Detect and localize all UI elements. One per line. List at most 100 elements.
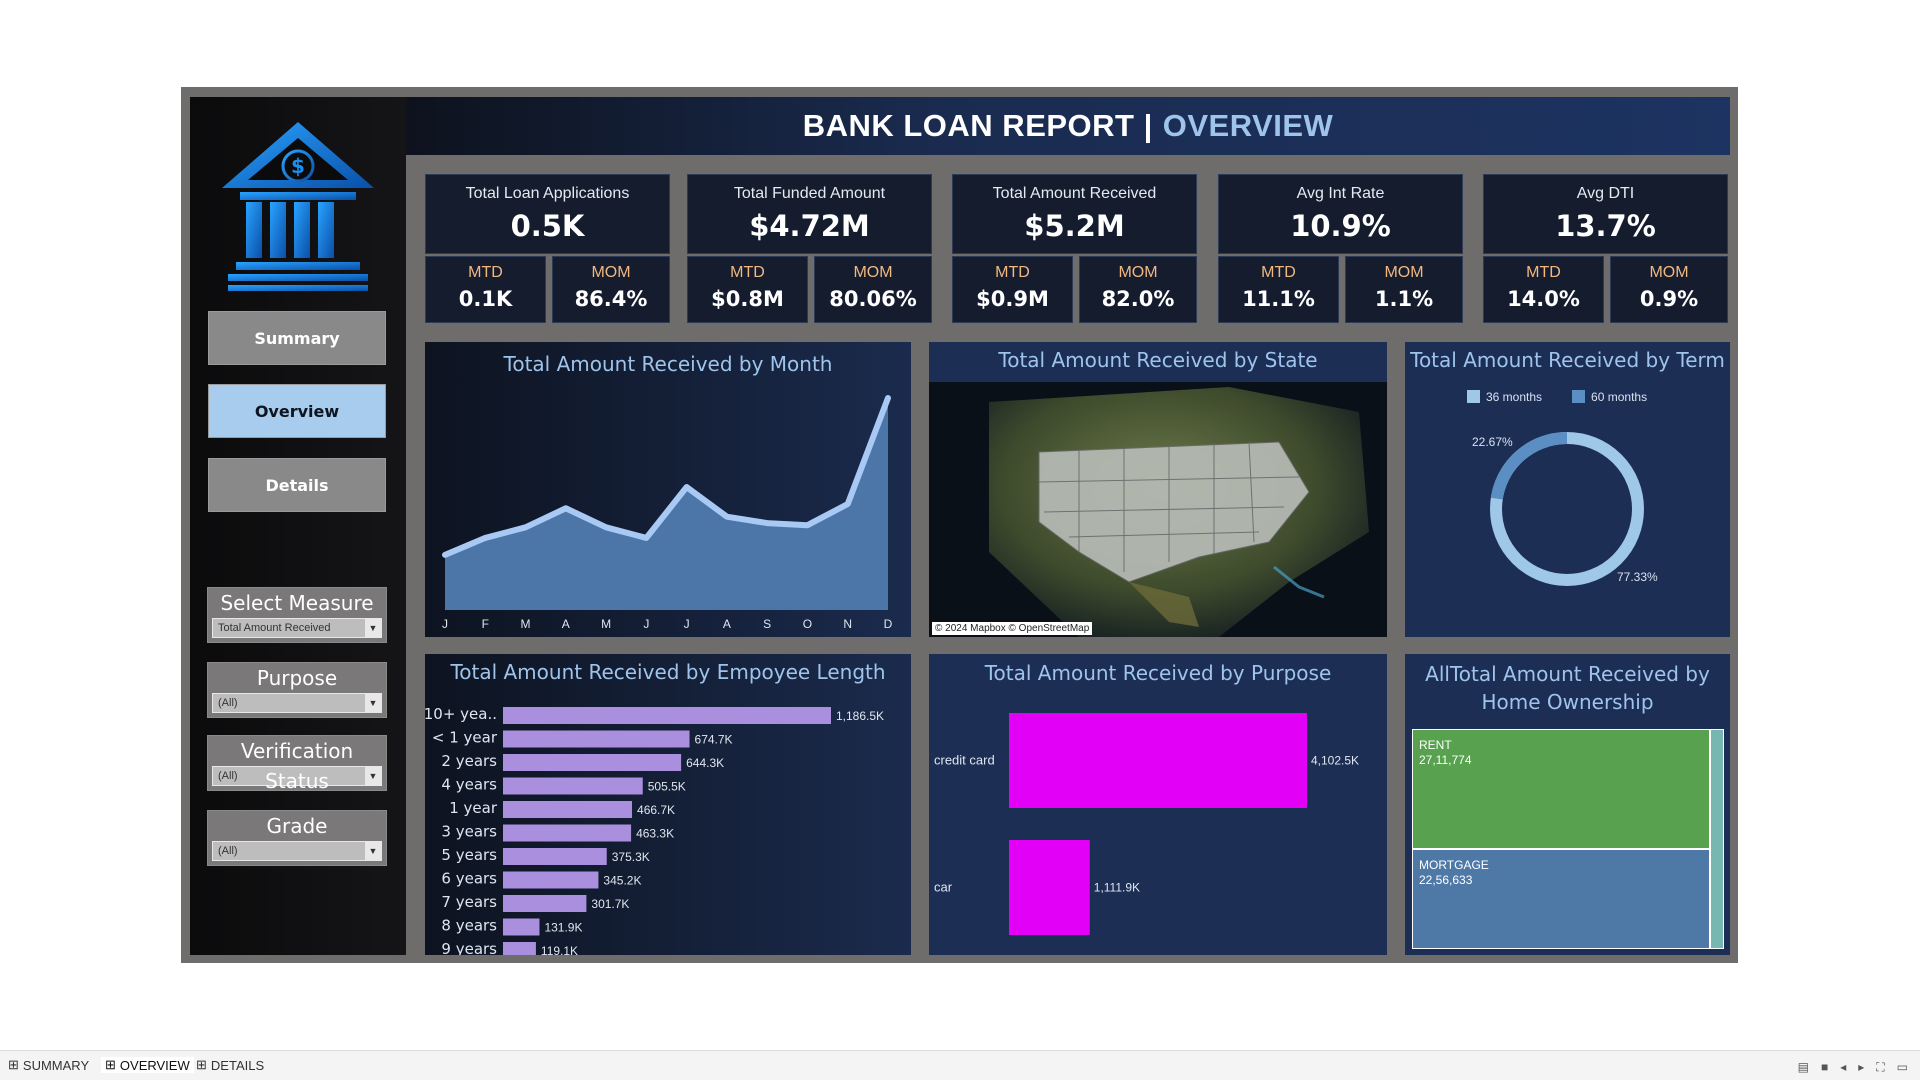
kpi-mtd-value: $0.9M (976, 287, 1049, 311)
kpi-card-1: Total Funded Amount $4.72M (687, 174, 932, 254)
nav-summary-button[interactable]: Summary (208, 311, 386, 365)
emp-category: 10+ yea.. (425, 705, 497, 723)
tab-summary[interactable]: ⊞ SUMMARY (8, 1057, 89, 1073)
month-area-chart: JFMAMJJASOND (442, 395, 893, 631)
filter-label: Purpose (256, 666, 338, 690)
kpi-mom-value: 1.1% (1374, 287, 1434, 311)
emp-bar[interactable] (503, 707, 831, 724)
grade-dropdown[interactable]: (All) ▼ (212, 841, 382, 861)
kpi-mtd-value: 0.1K (458, 287, 513, 311)
treemap-rent[interactable]: RENT 27,11,774 (1413, 730, 1709, 848)
kpi-mom-value: 82.0% (1101, 287, 1175, 311)
emp-value: 1,186.5K (836, 709, 884, 723)
kpi-mom-value: 0.9% (1639, 287, 1699, 311)
emp-bar[interactable] (503, 918, 540, 936)
kpi-title: Avg DTI (1576, 185, 1635, 202)
chevron-down-icon[interactable]: ▼ (365, 767, 381, 785)
title-accent: OVERVIEW (1162, 108, 1334, 143)
emp-bar[interactable] (503, 801, 633, 818)
emp-bar[interactable] (503, 942, 536, 955)
bank-icon: $ (222, 122, 374, 291)
purpose-category: car (934, 880, 953, 895)
state-panel: Total Amount Received by State © 2024 Ma… (929, 342, 1387, 637)
kpi-mtd-value: 14.0% (1507, 287, 1580, 311)
emp-bar[interactable] (503, 754, 682, 771)
fullscreen-icon[interactable]: ⛶ (1876, 1060, 1884, 1075)
month-tick: M (601, 617, 611, 631)
month-tick: O (803, 617, 812, 631)
month-area (445, 398, 888, 610)
month-tick: J (442, 617, 448, 631)
kpi-mtd-value: $0.8M (711, 287, 784, 311)
dropdown-value: (All) (218, 770, 238, 782)
emp-category: 6 years (441, 870, 497, 888)
purpose-bar[interactable] (1009, 713, 1307, 808)
kpi-value: 10.9% (1290, 209, 1391, 243)
filter-select-measure: Select Measure Total Amount Received ▼ (207, 587, 387, 643)
purpose-dropdown[interactable]: (All) ▼ (212, 693, 382, 713)
month-tick: S (763, 617, 771, 631)
kpi-value: $4.72M (749, 209, 870, 243)
prev-sheet-icon[interactable]: ◂ (1840, 1060, 1846, 1075)
mortgage-value: 22,56,633 (1419, 873, 1473, 887)
purpose-value: 4,102.5K (1311, 754, 1359, 768)
kpi-title: Total Loan Applications (465, 185, 630, 202)
kpi-mtd-0: MTD 0.1K (425, 256, 546, 323)
emp-category: 5 years (441, 846, 497, 864)
measure-dropdown[interactable]: Total Amount Received ▼ (212, 618, 382, 638)
chevron-down-icon[interactable]: ▼ (365, 842, 381, 860)
presentation-icon[interactable]: ▭ (1897, 1060, 1908, 1075)
purpose-bar[interactable] (1009, 840, 1090, 935)
next-sheet-icon[interactable]: ▸ (1858, 1060, 1864, 1075)
grid-icon: ⊞ (105, 1057, 116, 1072)
chevron-down-icon[interactable]: ▼ (365, 694, 381, 712)
emp-bar[interactable] (503, 895, 587, 912)
sheet-sorter-icon[interactable]: ▤ (1798, 1060, 1809, 1075)
tab-details[interactable]: ⊞ DETAILS (196, 1057, 264, 1073)
state-map[interactable] (929, 382, 1387, 637)
filter-verification-status: Verification Status (All) ▼ (207, 735, 387, 793)
emp-category: 8 years (441, 917, 497, 935)
emp-bar-chart: 10+ yea.. 1,186.5K < 1 year 674.7K 2 years 64… (425, 705, 884, 955)
emp-bar[interactable] (503, 730, 690, 748)
purpose-category: credit card (934, 753, 995, 768)
kpi-mtd-4: MTD 14.0% (1483, 256, 1604, 323)
nav-overview-button[interactable]: Overview (208, 384, 386, 438)
kpi-mom-3: MOM 1.1% (1345, 256, 1463, 323)
page-title: BANK LOAN REPORT | OVERVIEW (406, 97, 1730, 155)
emp-value: 463.3K (636, 827, 674, 841)
purpose-bar-chart: credit card 4,102.5K car 1,111.9K (934, 713, 1359, 935)
rent-value: 27,11,774 (1419, 753, 1472, 767)
treemap-mortgage[interactable]: MORTGAGE 22,56,633 (1413, 850, 1709, 948)
emp-value: 119.1K (541, 944, 578, 955)
kpi-value: 13.7% (1555, 209, 1656, 243)
tab-summary-label: SUMMARY (22, 1057, 90, 1073)
tab-overview[interactable]: ⊞ OVERVIEW (101, 1057, 194, 1073)
emp-category: 9 years (441, 940, 497, 955)
kpi-mom-label: MOM (1649, 264, 1689, 281)
filter-label: Grade (266, 814, 328, 838)
home-title-line1: AllTotal Amount Received by (1425, 662, 1710, 686)
month-tick: D (884, 617, 893, 631)
emp-bar[interactable] (503, 848, 607, 865)
title-main: BANK LOAN REPORT | (802, 108, 1153, 143)
emp-value: 466.7K (637, 803, 675, 817)
chevron-down-icon[interactable]: ▼ (365, 619, 381, 637)
rent-label: RENT (1419, 738, 1452, 752)
kpi-mom-label: MOM (853, 264, 893, 281)
nav-details-button[interactable]: Details (208, 458, 386, 512)
emp-category: 3 years (441, 823, 497, 841)
filter-purpose: Purpose (All) ▼ (207, 662, 387, 718)
emp-bar[interactable] (503, 824, 632, 842)
kpi-value: 0.5K (510, 209, 585, 243)
emp-bar[interactable] (503, 777, 643, 795)
kpi-mtd-2: MTD $0.9M (952, 256, 1073, 323)
mortgage-label: MORTGAGE (1419, 858, 1489, 872)
kpi-mom-value: 86.4% (574, 287, 648, 311)
treemap-other[interactable] (1711, 730, 1723, 948)
emp-bar[interactable] (503, 871, 599, 889)
kpi-card-2: Total Amount Received $5.2M (952, 174, 1197, 254)
kpi-value: $5.2M (1024, 209, 1125, 243)
svg-text:$: $ (291, 154, 305, 178)
tab-view-icon[interactable]: ■ (1821, 1060, 1828, 1075)
